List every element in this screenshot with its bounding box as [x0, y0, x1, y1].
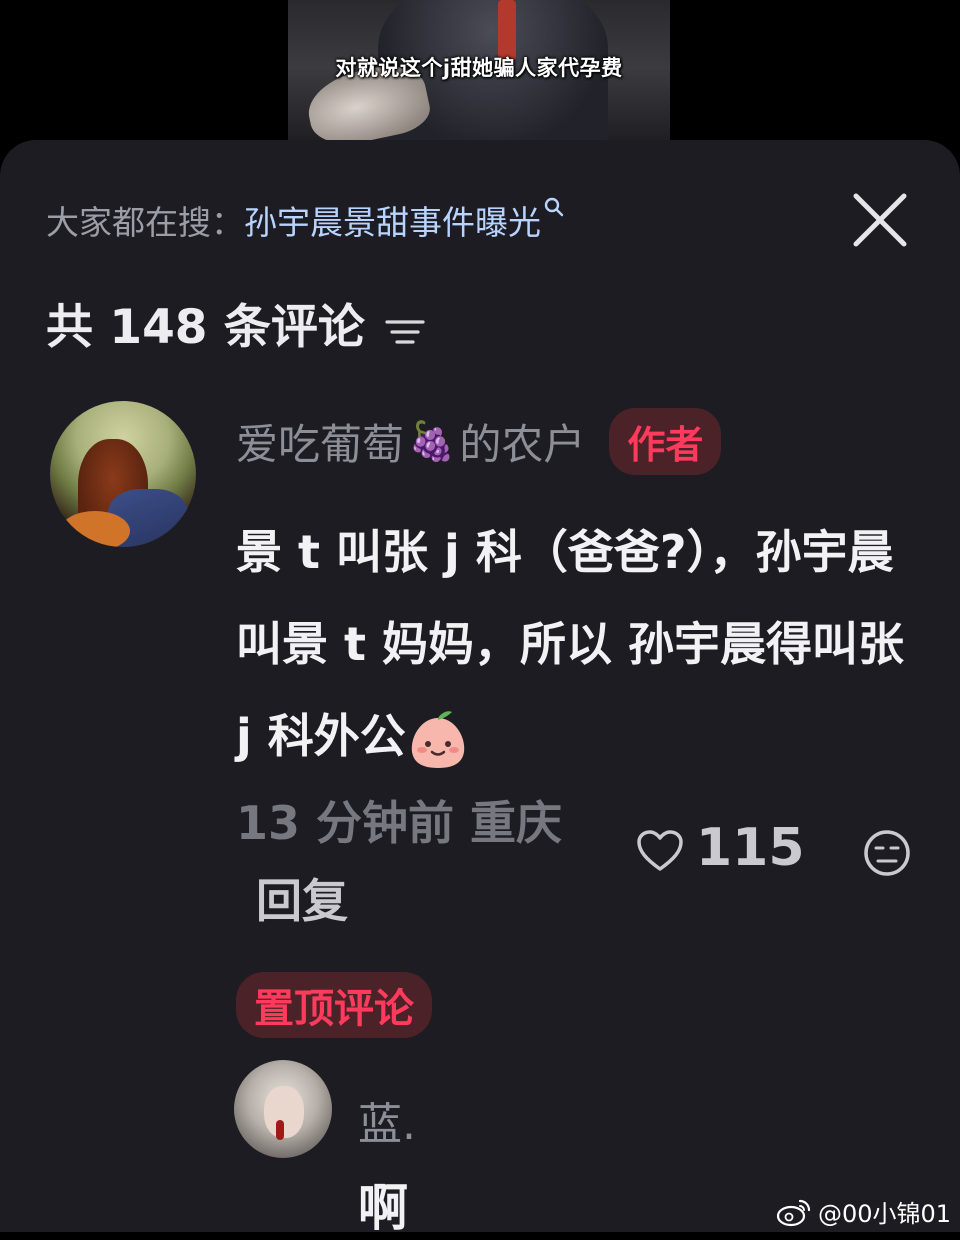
- avatar-face: [264, 1086, 304, 1138]
- comment-meta: 13 分钟前 重庆回复: [236, 784, 566, 940]
- watermark: @00小锦01: [776, 1194, 951, 1229]
- avatar[interactable]: [50, 401, 196, 547]
- peach-icon: [406, 708, 470, 772]
- username-part2: 的农户: [459, 420, 586, 469]
- username-part1: 爱吃葡萄: [236, 420, 405, 469]
- video-subtitle: 对就说这个j甜她骗人家代孕费: [335, 56, 623, 80]
- grape-icon: 🍇: [408, 419, 456, 463]
- comment-username[interactable]: 爱吃葡萄 🍇 的农户 作者: [236, 408, 722, 475]
- avatar-detail: [276, 1120, 284, 1140]
- sort-icon[interactable]: [383, 306, 427, 344]
- comment-text[interactable]: 景 t 叫张 j 科（爸爸?），孙宇晨叫景 t 妈妈，所以 孙宇晨得叫张 j 科…: [236, 506, 916, 782]
- pinned-username[interactable]: 蓝.: [358, 1088, 416, 1152]
- avatar[interactable]: [234, 1060, 332, 1158]
- comment-time-location: 13 分钟前 重庆: [236, 796, 563, 850]
- trending-search[interactable]: 大家都在搜：孙宇晨景甜事件曝光: [46, 196, 564, 244]
- comment-body: 景 t 叫张 j 科（爸爸?），孙宇晨叫景 t 妈妈，所以 孙宇晨得叫张 j 科…: [236, 525, 905, 763]
- trending-search-prefix: 大家都在搜：: [46, 203, 244, 242]
- comments-count: 共 148 条评论: [46, 300, 365, 355]
- heart-icon: [636, 826, 684, 871]
- pinned-comment-text[interactable]: 啊: [358, 1168, 408, 1240]
- close-icon[interactable]: [850, 190, 910, 250]
- watermark-text: @00小锦01: [818, 1200, 952, 1228]
- comments-count-row: 共 148 条评论: [46, 288, 427, 357]
- avatar-skirt: [60, 511, 130, 547]
- trending-search-term[interactable]: 孙宇晨景甜事件曝光: [244, 203, 541, 242]
- weibo-icon: [776, 1197, 812, 1227]
- author-badge: 作者: [609, 408, 722, 475]
- like-count: 115: [696, 818, 805, 878]
- pinned-badge: 置顶评论: [236, 972, 432, 1038]
- like-button[interactable]: 115: [636, 818, 805, 878]
- search-icon: [543, 196, 565, 223]
- reply-button[interactable]: 回复: [256, 874, 348, 928]
- video-tie: [498, 0, 516, 60]
- dislike-icon[interactable]: [862, 828, 912, 878]
- video-preview[interactable]: 对就说这个j甜她骗人家代孕费: [288, 0, 670, 150]
